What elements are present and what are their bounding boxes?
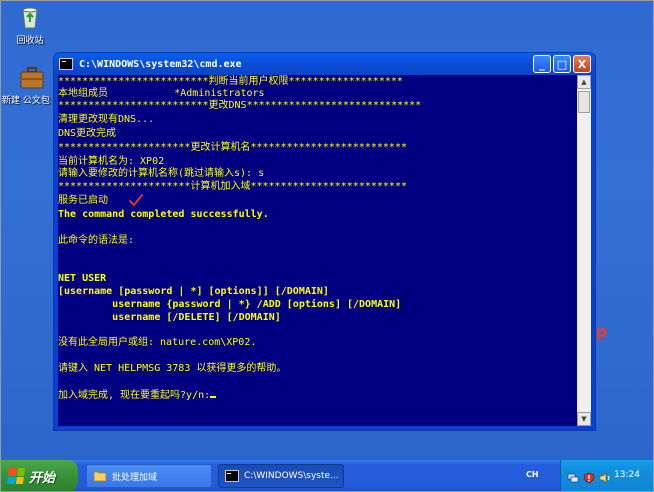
volume-icon[interactable] xyxy=(599,469,611,484)
start-button[interactable]: 开始 xyxy=(0,460,78,492)
console-line: 当前计算机名为: XP02 xyxy=(58,156,165,167)
console-line: 清理更改现有DNS... xyxy=(58,114,155,125)
system-tray: 13:24 xyxy=(560,460,654,492)
console-line: 服务已启动 xyxy=(58,195,108,206)
cmd-window-icon xyxy=(59,58,73,70)
taskbar-item-batch-folder[interactable]: 批处理加域 xyxy=(86,464,212,488)
windows-logo-icon xyxy=(6,468,26,484)
background-text-fragment: p xyxy=(596,322,608,341)
console-line: 没有此全局用户或组: nature.com\XP02. xyxy=(58,337,257,348)
console-line: **********************更改计算机名************… xyxy=(58,142,407,153)
clock[interactable]: 13:24 xyxy=(614,470,640,480)
console-line: 此命令的语法是: xyxy=(58,235,135,246)
window-titlebar[interactable]: C:\WINDOWS\system32\cmd.exe _ □ X xyxy=(54,53,595,75)
console-prompt-line[interactable]: 加入域完成, 现在要重起吗?y/n: xyxy=(58,390,217,402)
console-line: 本地组成员 *Administrators xyxy=(58,88,265,99)
console-line: **********************计算机加入域************… xyxy=(58,181,407,192)
language-indicator[interactable]: CH xyxy=(526,470,539,479)
window-title: C:\WINDOWS\system32\cmd.exe xyxy=(79,58,242,70)
cmd-window[interactable]: C:\WINDOWS\system32\cmd.exe _ □ X ******… xyxy=(53,52,596,431)
briefcase-icon xyxy=(19,66,45,90)
console-prompt-text: 加入域完成, 现在要重起吗?y/n: xyxy=(58,390,211,401)
console-line: *************************更改DNS**********… xyxy=(58,100,422,111)
text-cursor xyxy=(210,396,217,398)
folder-icon xyxy=(93,470,107,482)
scroll-thumb[interactable] xyxy=(578,91,590,113)
cmd-icon xyxy=(225,470,239,482)
recycle-bin-icon xyxy=(17,4,43,30)
desktop-icon-recycle-bin[interactable]: 回收站 xyxy=(2,4,58,46)
console-line: username [/DELETE] [/DOMAIN] xyxy=(58,312,281,323)
desktop-icon-label: 新建 公文包 xyxy=(2,96,50,106)
network-icon[interactable] xyxy=(567,469,579,483)
scroll-up-button[interactable]: ▲ xyxy=(577,75,591,89)
console-line: username {password | *} /ADD [options] [… xyxy=(58,299,402,310)
console-line: 请输入要修改的计算机名称(跳过请输入s): s xyxy=(58,168,265,179)
console-scrollbar[interactable]: ▲ ▼ xyxy=(577,75,591,426)
minimize-button[interactable]: _ xyxy=(533,55,551,73)
taskbar-item-label: 批处理加域 xyxy=(112,472,158,483)
close-button[interactable]: X xyxy=(573,55,591,73)
console-output[interactable]: *************************判断当前用户权限*******… xyxy=(58,75,578,426)
console-line: *************************判断当前用户权限*******… xyxy=(58,76,403,87)
console-line: NET USER xyxy=(58,273,107,284)
start-label: 开始 xyxy=(29,470,56,486)
security-alert-icon[interactable] xyxy=(583,469,595,484)
console-line: The command completed successfully. xyxy=(58,209,269,220)
console-line: [username [password | *] [options]] [/DO… xyxy=(58,286,329,297)
maximize-button[interactable]: □ xyxy=(553,55,571,73)
taskbar-item-cmd[interactable]: C:\WINDOWS\syste... xyxy=(218,464,344,488)
taskbar: 开始 批处理加域 C:\WINDOWS\syste... CH 13:24 xyxy=(0,460,654,492)
desktop-icon-label: 回收站 xyxy=(16,36,44,46)
console-line: DNS更改完成 xyxy=(58,128,117,139)
red-checkmark-icon xyxy=(128,192,144,211)
scroll-down-button[interactable]: ▼ xyxy=(577,412,591,426)
taskbar-item-label: C:\WINDOWS\syste... xyxy=(244,471,339,481)
console-line: 请键入 NET HELPMSG 3783 以获得更多的帮助。 xyxy=(58,363,287,374)
